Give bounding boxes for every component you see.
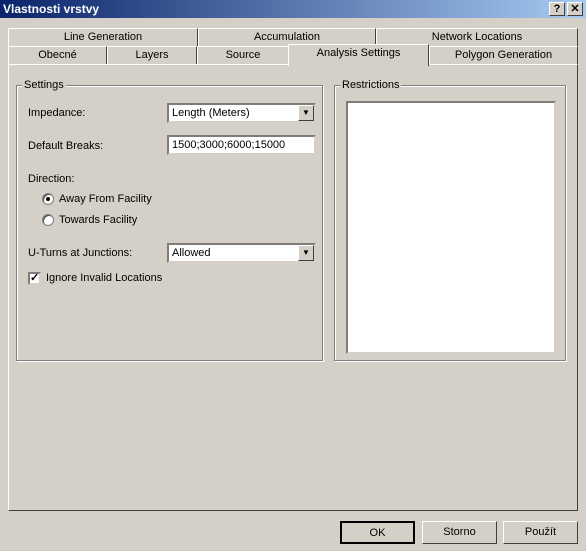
away-radio[interactable]	[42, 193, 54, 205]
breaks-label: Default Breaks:	[28, 140, 104, 152]
tab-line-generation[interactable]: Line Generation	[8, 28, 198, 47]
ignore-invalid-label[interactable]: Ignore Invalid Locations	[46, 272, 162, 284]
settings-group-label: Settings	[22, 79, 66, 91]
towards-radio[interactable]	[42, 214, 54, 226]
chevron-down-icon[interactable]: ▼	[298, 245, 314, 261]
tab-obecne[interactable]: Obecné	[8, 46, 107, 65]
away-label[interactable]: Away From Facility	[59, 193, 152, 205]
window-title: Vlastnosti vrstvy	[3, 2, 100, 16]
cancel-button[interactable]: Storno	[422, 521, 497, 544]
ok-button[interactable]: OK	[340, 521, 415, 544]
chevron-down-icon[interactable]: ▼	[298, 105, 314, 121]
uturns-dropdown[interactable]: Allowed ▼	[167, 243, 316, 263]
close-button[interactable]: ✕	[567, 2, 583, 16]
towards-label[interactable]: Towards Facility	[59, 214, 137, 226]
tab-layers[interactable]: Layers	[107, 46, 197, 65]
impedance-dropdown[interactable]: Length (Meters) ▼	[167, 103, 316, 123]
impedance-label: Impedance:	[28, 107, 86, 119]
tab-analysis-settings[interactable]: Analysis Settings	[288, 44, 429, 66]
restrictions-list[interactable]	[346, 101, 556, 354]
impedance-value: Length (Meters)	[172, 107, 250, 119]
default-breaks-input[interactable]: 1500;3000;6000;15000	[167, 135, 316, 155]
help-button[interactable]: ?	[549, 2, 565, 16]
apply-button[interactable]: Použít	[503, 521, 578, 544]
title-bar: Vlastnosti vrstvy ? ✕	[0, 0, 586, 18]
restrictions-group-label: Restrictions	[340, 79, 402, 91]
tab-source[interactable]: Source	[197, 46, 289, 65]
uturns-label: U-Turns at Junctions:	[28, 247, 133, 259]
ignore-invalid-checkbox[interactable]: ✓	[28, 272, 41, 285]
tab-polygon-generation[interactable]: Polygon Generation	[429, 46, 578, 65]
uturns-value: Allowed	[172, 247, 211, 259]
direction-label: Direction:	[28, 173, 75, 185]
radio-dot	[46, 197, 50, 201]
